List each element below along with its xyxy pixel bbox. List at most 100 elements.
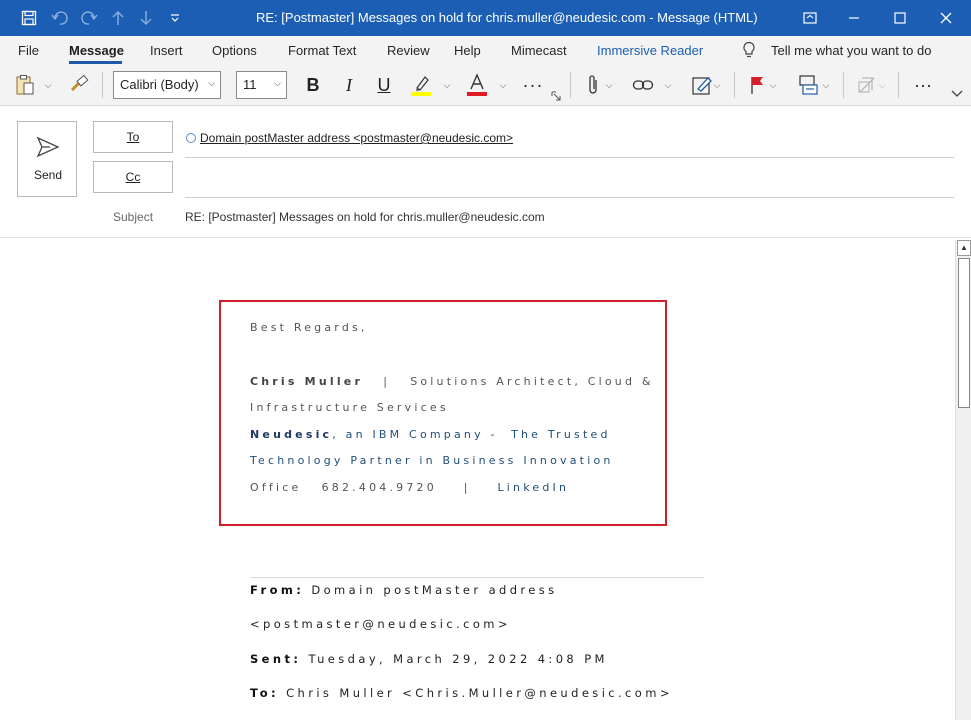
sensitivity-dropdown-icon[interactable]: ⌵	[876, 72, 888, 98]
subject-field[interactable]: RE: [Postmaster] Messages on hold for ch…	[185, 210, 545, 224]
to-recipient-address: Domain postMaster address <postmaster@ne…	[200, 131, 513, 145]
dialog-launcher-icon[interactable]	[550, 90, 562, 102]
cc-button[interactable]: Cc	[93, 161, 173, 193]
more-options-button[interactable]: ···	[519, 72, 547, 98]
ribbon-separator	[570, 72, 571, 98]
italic-button[interactable]: I	[336, 72, 362, 98]
send-label: Send	[33, 168, 63, 182]
signature-company-line: Neudesic, an IBM Company - The Trusted	[250, 428, 611, 441]
linkedin-link[interactable]: LinkedIn	[497, 481, 569, 494]
menu-immersive-reader[interactable]: Immersive Reader	[597, 43, 703, 58]
quoted-sent-label: Sent:	[250, 652, 302, 666]
signature-separator: |	[383, 375, 391, 388]
menu-mimecast[interactable]: Mimecast	[511, 43, 567, 58]
font-size-select[interactable]: 11 ⌵	[236, 71, 287, 99]
ribbon: ⌵ Calibri (Body) ⌵ 11 ⌵ B I U ⌵ ⌵ ··· ⌵ …	[0, 66, 971, 106]
quoted-to-value: Chris Muller <Chris.Muller@neudesic.com>	[286, 686, 673, 700]
highlight-color-button[interactable]	[407, 72, 435, 98]
font-color-dropdown-icon[interactable]: ⌵	[497, 72, 509, 98]
arrow-up-icon[interactable]	[106, 6, 130, 30]
mimecast-send-icon[interactable]	[796, 72, 822, 98]
signature-greeting: Best Regards,	[250, 321, 368, 334]
ribbon-overflow-button[interactable]: ···	[909, 72, 937, 98]
quote-divider	[250, 577, 704, 578]
signature-name: Chris Muller	[250, 375, 364, 388]
tell-me-search[interactable]: Tell me what you want to do	[771, 43, 931, 58]
menu-message[interactable]: Message	[69, 43, 124, 58]
to-button[interactable]: To	[93, 121, 173, 153]
font-name-select[interactable]: Calibri (Body) ⌵	[113, 71, 221, 99]
quoted-to-line: To: Chris Muller <Chris.Muller@neudesic.…	[250, 686, 673, 700]
menu-help[interactable]: Help	[454, 43, 481, 58]
menu-insert[interactable]: Insert	[150, 43, 183, 58]
signature-title-2: Infrastructure Services	[250, 401, 449, 414]
chevron-down-icon: ⌵	[208, 78, 215, 88]
chevron-down-icon: ⌵	[274, 78, 281, 88]
attach-file-icon[interactable]	[581, 72, 605, 98]
link-dropdown-icon[interactable]: ⌵	[662, 72, 674, 98]
ribbon-separator	[734, 72, 735, 98]
redo-icon[interactable]	[77, 6, 101, 30]
quoted-from-value: Domain postMaster address	[311, 583, 558, 597]
flag-dropdown-icon[interactable]: ⌵	[767, 72, 779, 98]
save-icon[interactable]	[17, 6, 41, 30]
signature-office-phone: 682.404.9720	[321, 481, 437, 494]
customize-toolbar-icon[interactable]	[163, 6, 187, 30]
undo-icon[interactable]	[48, 6, 72, 30]
signature-dropdown-icon[interactable]: ⌵	[711, 72, 723, 98]
signature-title-1: Solutions Architect, Cloud &	[410, 375, 654, 388]
mimecast-dropdown-icon[interactable]: ⌵	[820, 72, 832, 98]
signature-office-line: Office 682.404.9720 | LinkedIn	[250, 481, 569, 494]
paste-icon[interactable]	[12, 72, 38, 98]
lightbulb-icon	[742, 41, 756, 62]
arrow-down-icon[interactable]	[134, 6, 158, 30]
signature-company-suffix: , an IBM Company -	[332, 428, 498, 441]
menu-format-text[interactable]: Format Text	[288, 43, 356, 58]
quoted-to-label: To:	[250, 686, 280, 700]
presence-icon	[186, 133, 196, 143]
ribbon-collapse-icon[interactable]	[949, 88, 965, 100]
format-painter-icon[interactable]	[66, 72, 92, 98]
highlight-dropdown-icon[interactable]: ⌵	[441, 72, 453, 98]
ribbon-display-icon[interactable]	[798, 6, 822, 30]
signature-name-line: Chris Muller | Solutions Architect, Clou…	[250, 375, 654, 388]
quoted-sent-line: Sent: Tuesday, March 29, 2022 4:08 PM	[250, 652, 608, 666]
ribbon-separator	[898, 72, 899, 98]
vertical-scrollbar[interactable]: ▲	[955, 240, 971, 720]
signature-office-label: Office	[250, 481, 302, 494]
quoted-sent-value: Tuesday, March 29, 2022 4:08 PM	[308, 652, 608, 666]
font-size-value: 11	[243, 77, 257, 92]
signature-tagline-1: The Trusted	[511, 428, 611, 441]
subject-label: Subject	[113, 210, 154, 224]
font-color-button[interactable]	[463, 72, 491, 98]
to-field[interactable]	[185, 157, 954, 158]
paste-dropdown-icon[interactable]: ⌵	[42, 72, 54, 98]
bold-button[interactable]: B	[300, 72, 326, 98]
signature-company: Neudesic	[250, 428, 333, 441]
scroll-thumb[interactable]	[958, 258, 970, 408]
link-icon[interactable]	[630, 72, 656, 98]
window-title: RE: [Postmaster] Messages on hold for ch…	[256, 10, 758, 25]
to-recipient[interactable]: Domain postMaster address <postmaster@ne…	[186, 131, 513, 145]
menu-review[interactable]: Review	[387, 43, 430, 58]
ribbon-separator	[843, 72, 844, 98]
maximize-button[interactable]	[877, 0, 923, 36]
menu-bar: File Message Insert Options Format Text …	[0, 36, 971, 66]
attach-dropdown-icon[interactable]: ⌵	[603, 72, 615, 98]
send-button[interactable]: Send	[17, 121, 77, 197]
menu-options[interactable]: Options	[212, 43, 257, 58]
active-tab-indicator	[69, 61, 122, 64]
menu-file[interactable]: File	[18, 43, 39, 58]
minimize-button[interactable]	[831, 0, 877, 36]
close-button[interactable]	[923, 0, 969, 36]
title-bar: RE: [Postmaster] Messages on hold for ch…	[0, 0, 971, 36]
quoted-from-line: From: Domain postMaster address	[250, 583, 558, 597]
ribbon-separator	[102, 72, 103, 98]
send-icon	[36, 136, 60, 158]
flag-icon[interactable]	[745, 72, 769, 98]
cc-field[interactable]	[185, 197, 954, 198]
quoted-from-label: From:	[250, 583, 305, 597]
underline-button[interactable]: U	[371, 72, 397, 98]
scroll-up-icon[interactable]: ▲	[957, 240, 971, 256]
signature-tagline-2: Technology Partner in Business Innovatio…	[250, 454, 614, 467]
